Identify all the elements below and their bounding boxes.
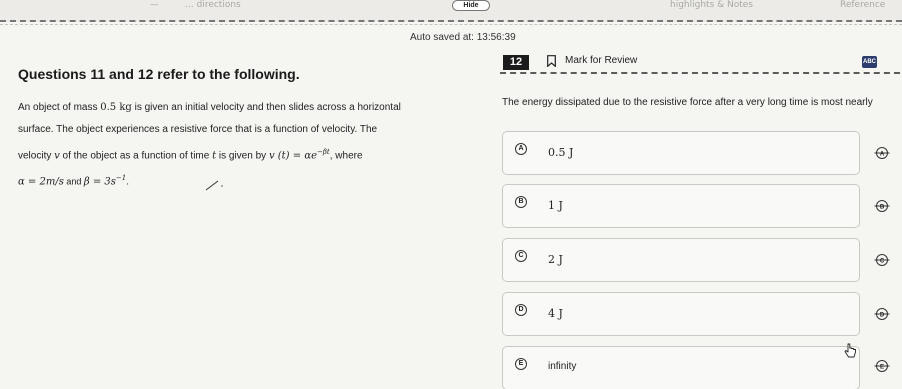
bookmark-icon[interactable]	[547, 55, 556, 67]
passage-line: α = 2m/s and β = 3s−1.	[18, 167, 478, 193]
velocity-formula: v (t) = αe	[268, 150, 317, 162]
question-number-badge: 12	[503, 55, 529, 70]
faded-reference-text: Reference	[840, 0, 886, 10]
choice-letter-c: C	[515, 250, 527, 262]
strike-choice-d-button[interactable]: D	[874, 306, 890, 322]
passage-text: of the object as a function of time	[59, 150, 213, 162]
alpha-value: α = 2m/s	[18, 176, 64, 188]
beta-exponent: −1	[115, 174, 127, 183]
strike-letter-e: E	[880, 364, 884, 370]
section-title: Questions 11 and 12 refer to the followi…	[18, 66, 300, 82]
top-divider-secondary	[0, 24, 902, 25]
choice-letter-a: A	[515, 143, 527, 155]
passage-line: velocity v of the object as a function o…	[18, 141, 478, 167]
passage-line: surface. The object experiences a resist…	[18, 124, 378, 135]
answer-choice-a[interactable]: A 0.5 J	[502, 131, 860, 175]
hand-cursor-icon	[844, 343, 856, 358]
top-bar: — … directions highlights & Notes Refere…	[0, 0, 902, 22]
answer-eliminator-icon[interactable]: ABC	[862, 56, 877, 68]
answer-choice-e[interactable]: E infinity	[502, 346, 860, 389]
passage-text: is given an initial velocity and then sl…	[131, 102, 401, 113]
passage-text: .	[126, 176, 129, 188]
choice-text-d: 4 J	[548, 307, 563, 320]
strike-choice-b-button[interactable]: B	[874, 198, 890, 214]
pen-stroke-mark	[205, 180, 223, 191]
question-prompt: The energy dissipated due to the resisti…	[502, 97, 873, 108]
passage-text: , where	[329, 150, 363, 162]
mass-value: 0.5 kg	[100, 102, 132, 113]
strike-letter-d: D	[880, 312, 885, 318]
choice-letter-d: D	[515, 304, 527, 316]
passage-text: is given by	[216, 150, 269, 162]
formula-exponent: −βt	[317, 148, 330, 156]
stimulus-passage: An object of mass 0.5 kg is given an ini…	[18, 97, 478, 194]
top-divider	[0, 20, 902, 22]
passage-line: An object of mass 0.5 kg is given an ini…	[18, 97, 478, 119]
faded-directions-text: — … directions	[150, 0, 241, 10]
strike-letter-c: C	[880, 258, 885, 264]
answer-choice-c[interactable]: C 2 J	[502, 238, 860, 282]
hide-button[interactable]: Hide	[452, 0, 490, 11]
header-divider	[500, 72, 900, 74]
choice-letter-b: B	[515, 196, 527, 208]
mark-for-review-button[interactable]: Mark for Review	[565, 55, 637, 66]
passage-text: and	[63, 176, 84, 187]
faded-highlights-notes-text: highlights & Notes	[670, 0, 753, 10]
passage-text: An object of mass	[18, 102, 101, 113]
passage-text: velocity	[18, 150, 55, 162]
strike-choice-a-button[interactable]: A	[874, 145, 890, 161]
strike-choice-c-button[interactable]: C	[874, 252, 890, 268]
choice-text-b: 1 J	[548, 199, 563, 212]
strike-letter-a: A	[880, 151, 885, 157]
autosave-status: Auto saved at: 13:56:39	[410, 32, 516, 43]
choice-text-c: 2 J	[548, 253, 563, 266]
choice-letter-e: E	[515, 358, 527, 370]
choice-text-e: infinity	[548, 361, 577, 372]
choice-text-a: 0.5 J	[548, 146, 574, 159]
answer-choice-d[interactable]: D 4 J	[502, 292, 860, 336]
answer-choice-b[interactable]: B 1 J	[502, 184, 860, 228]
beta-value: β = 3s	[83, 176, 116, 188]
strike-choice-e-button[interactable]: E	[874, 358, 890, 374]
strike-letter-b: B	[880, 204, 885, 210]
